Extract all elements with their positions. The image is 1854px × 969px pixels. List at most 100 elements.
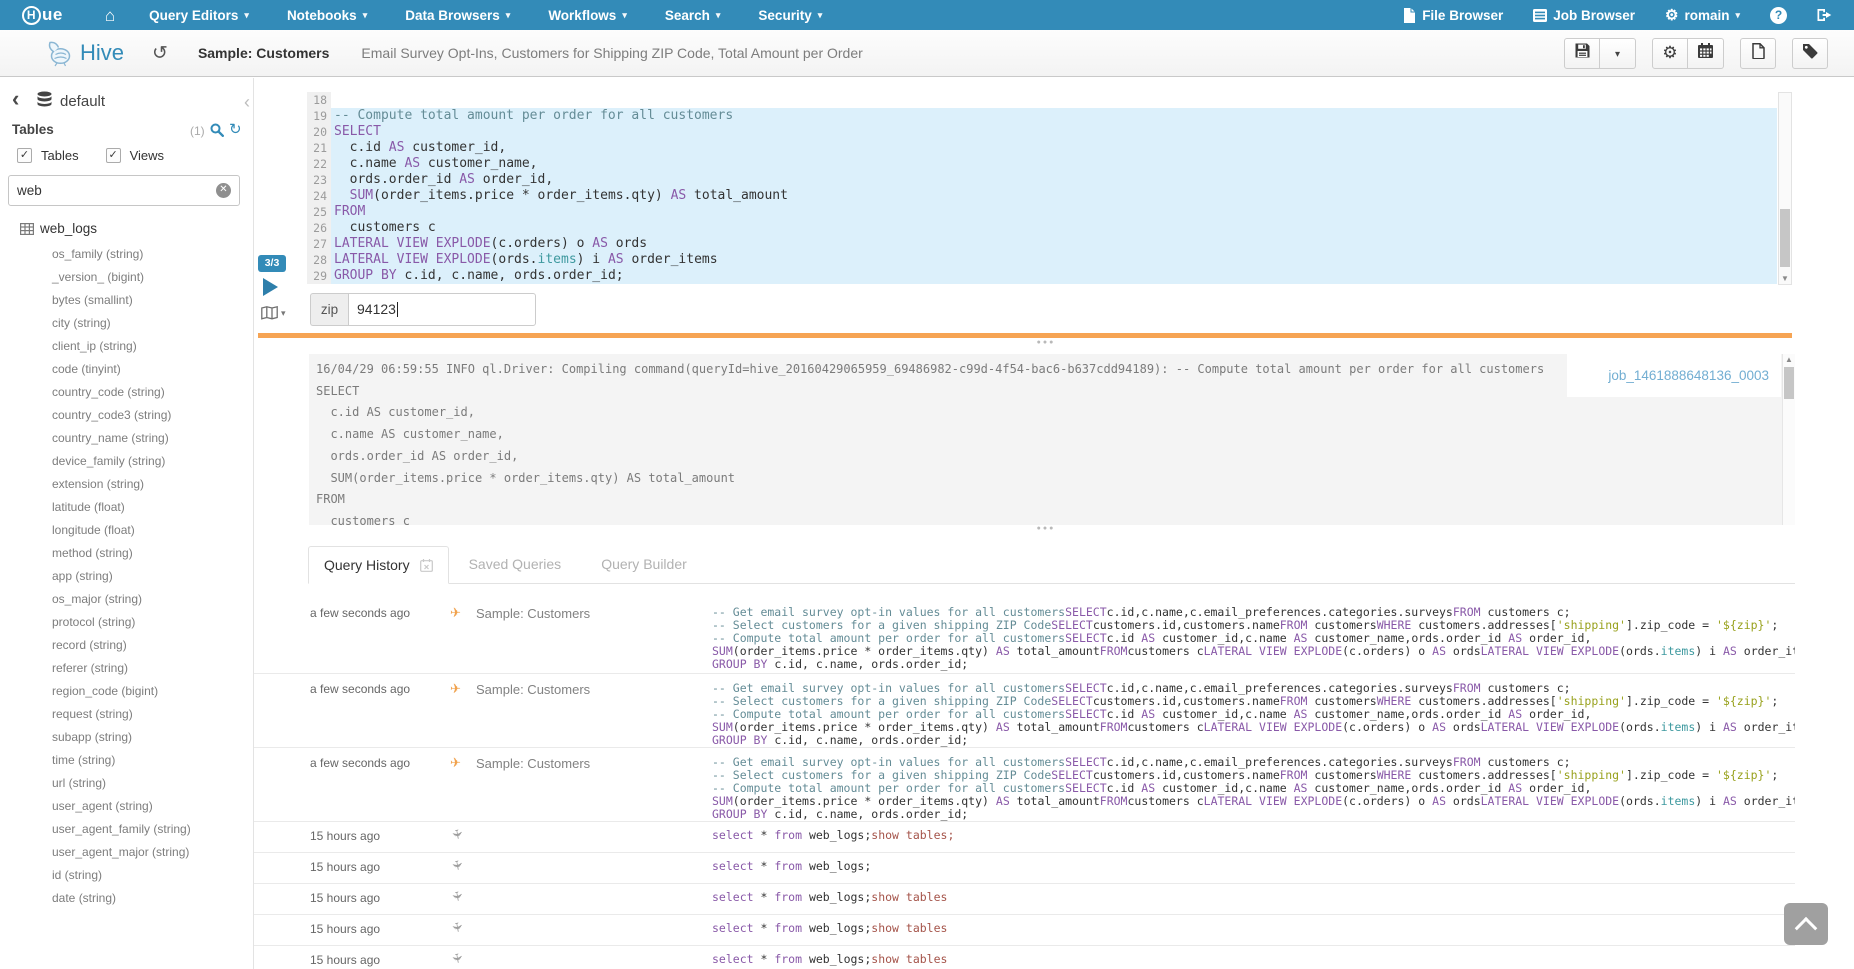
- sql-editor[interactable]: 1819-- Compute total amount per order fo…: [307, 92, 1777, 285]
- resize-handle-history[interactable]: ●●●: [1016, 525, 1076, 532]
- refresh-icon[interactable]: ↻: [229, 120, 242, 138]
- tab-saved-queries[interactable]: Saved Queries: [449, 545, 582, 583]
- history-row[interactable]: 15 hours ago✈select * from web_logs;show…: [254, 884, 1795, 915]
- variable-zip-input[interactable]: 94123: [348, 293, 536, 326]
- back-icon[interactable]: ‹: [12, 88, 19, 110]
- history-row[interactable]: 15 hours ago✈select * from web_logs;: [254, 853, 1795, 884]
- tab-query-history[interactable]: Query History: [308, 546, 449, 584]
- column-item[interactable]: bytes (smallint): [52, 289, 191, 312]
- tab-query-builder[interactable]: Query Builder: [581, 545, 707, 583]
- settings-button[interactable]: ⚙: [1652, 38, 1688, 69]
- nav-item-job-browser[interactable]: Job Browser: [1533, 8, 1635, 23]
- query-sample-label[interactable]: Sample: Customers: [198, 45, 329, 61]
- variables-icon[interactable]: ▾: [261, 306, 286, 320]
- editor-line[interactable]: 19-- Compute total amount per order for …: [307, 108, 1777, 124]
- scroll-to-top-button[interactable]: [1784, 903, 1828, 945]
- job-link[interactable]: job_1461888648136_0003: [1608, 368, 1769, 383]
- column-item[interactable]: latitude (float): [52, 496, 191, 519]
- editor-line[interactable]: 22 c.name AS customer_name,: [307, 156, 1777, 172]
- column-item[interactable]: code (tinyint): [52, 358, 191, 381]
- editor-line[interactable]: 20SELECT: [307, 124, 1777, 140]
- column-item[interactable]: time (string): [52, 749, 191, 772]
- app-name[interactable]: Hive: [80, 40, 124, 66]
- history-query-sql: -- Get email survey opt-in values for al…: [712, 756, 1795, 821]
- column-item[interactable]: protocol (string): [52, 611, 191, 634]
- clear-search-icon[interactable]: ✕: [216, 183, 231, 198]
- nav-item-data-browsers[interactable]: Data Browsers▾: [405, 8, 510, 23]
- column-item[interactable]: record (string): [52, 634, 191, 657]
- column-item[interactable]: country_code (string): [52, 381, 191, 404]
- scrollbar-thumb[interactable]: [1780, 209, 1790, 267]
- editor-line[interactable]: 29GROUP BY c.id, c.name, ords.order_id;: [307, 268, 1777, 284]
- column-item[interactable]: id (string): [52, 864, 191, 887]
- history-row[interactable]: a few seconds ago✈Sample: Customers-- Ge…: [254, 584, 1795, 674]
- nav-item-file-browser[interactable]: File Browser: [1403, 8, 1503, 23]
- save-button[interactable]: [1564, 38, 1600, 69]
- tables-checkbox[interactable]: ✓: [17, 148, 32, 163]
- column-item[interactable]: user_agent_family (string): [52, 818, 191, 841]
- scroll-up-icon[interactable]: ▲: [1783, 355, 1795, 364]
- nav-item-workflows[interactable]: Workflows▾: [548, 8, 627, 23]
- column-item[interactable]: extension (string): [52, 473, 191, 496]
- editor-line[interactable]: 21 c.id AS customer_id,: [307, 140, 1777, 156]
- editor-line[interactable]: 28LATERAL VIEW EXPLODE(ords.items) i AS …: [307, 252, 1777, 268]
- column-item[interactable]: url (string): [52, 772, 191, 795]
- resize-handle-logs[interactable]: ●●●: [1016, 339, 1076, 346]
- schedule-button[interactable]: [1688, 38, 1724, 69]
- column-item[interactable]: app (string): [52, 565, 191, 588]
- database-name[interactable]: default: [60, 93, 105, 110]
- hue-logo[interactable]: Hue: [22, 5, 63, 25]
- calendar-x-icon[interactable]: [420, 559, 433, 572]
- column-item[interactable]: client_ip (string): [52, 335, 191, 358]
- table-search-input[interactable]: [9, 183, 216, 198]
- column-item[interactable]: user_agent_major (string): [52, 841, 191, 864]
- column-item[interactable]: region_code (bigint): [52, 680, 191, 703]
- nav-item-query-editors[interactable]: Query Editors▾: [149, 8, 249, 23]
- log-scrollbar[interactable]: ▲: [1782, 354, 1795, 525]
- column-item[interactable]: subapp (string): [52, 726, 191, 749]
- editor-line[interactable]: 27LATERAL VIEW EXPLODE(c.orders) o AS or…: [307, 236, 1777, 252]
- editor-line[interactable]: 23 ords.order_id AS order_id,: [307, 172, 1777, 188]
- tags-button[interactable]: [1792, 38, 1828, 69]
- scroll-down-icon[interactable]: ▼: [1779, 274, 1791, 283]
- nav-item-security[interactable]: Security▾: [758, 8, 822, 23]
- column-item[interactable]: method (string): [52, 542, 191, 565]
- column-item[interactable]: country_name (string): [52, 427, 191, 450]
- editor-line[interactable]: 24 SUM(order_items.price * order_items.q…: [307, 188, 1777, 204]
- column-item[interactable]: os_family (string): [52, 243, 191, 266]
- search-icon[interactable]: [210, 123, 224, 142]
- home-icon[interactable]: ⌂: [105, 7, 115, 24]
- history-row[interactable]: 15 hours ago✈select * from web_logs;show…: [254, 946, 1795, 969]
- column-item[interactable]: user_agent (string): [52, 795, 191, 818]
- history-row[interactable]: 15 hours ago✈select * from web_logs;show…: [254, 915, 1795, 946]
- nav-item-sign-out[interactable]: [1817, 8, 1832, 22]
- editor-line[interactable]: 18: [307, 92, 1777, 108]
- table-item-web-logs[interactable]: web_logs: [20, 221, 97, 236]
- editor-line[interactable]: 25FROM: [307, 204, 1777, 220]
- execute-button[interactable]: [263, 278, 278, 296]
- column-item[interactable]: city (string): [52, 312, 191, 335]
- nav-item-user-menu[interactable]: ⚙romain▾: [1665, 8, 1740, 23]
- editor-scrollbar[interactable]: ▼: [1778, 92, 1792, 285]
- column-item[interactable]: os_major (string): [52, 588, 191, 611]
- new-document-button[interactable]: [1740, 38, 1776, 69]
- nav-item-notebooks[interactable]: Notebooks▾: [287, 8, 367, 23]
- column-item[interactable]: longitude (float): [52, 519, 191, 542]
- column-item[interactable]: referer (string): [52, 657, 191, 680]
- column-item[interactable]: device_family (string): [52, 450, 191, 473]
- editor-line[interactable]: 26 customers c: [307, 220, 1777, 236]
- column-item[interactable]: _version_ (bigint): [52, 266, 191, 289]
- nav-item-search[interactable]: Search▾: [665, 8, 721, 23]
- views-checkbox[interactable]: ✓: [106, 148, 121, 163]
- column-item[interactable]: request (string): [52, 703, 191, 726]
- column-item[interactable]: date (string): [52, 887, 191, 910]
- history-row[interactable]: a few seconds ago✈Sample: Customers-- Ge…: [254, 674, 1795, 748]
- history-row[interactable]: a few seconds ago✈Sample: Customers-- Ge…: [254, 748, 1795, 822]
- column-item[interactable]: country_code3 (string): [52, 404, 191, 427]
- query-history-icon[interactable]: ↺: [152, 42, 168, 65]
- history-row[interactable]: 15 hours ago✈select * from web_logs;show…: [254, 822, 1795, 853]
- nav-item-help[interactable]: ?: [1770, 7, 1787, 24]
- scrollbar-thumb[interactable]: [1784, 367, 1794, 399]
- collapse-panel-icon[interactable]: ‹: [244, 92, 250, 113]
- save-menu-button[interactable]: ▾: [1600, 38, 1636, 69]
